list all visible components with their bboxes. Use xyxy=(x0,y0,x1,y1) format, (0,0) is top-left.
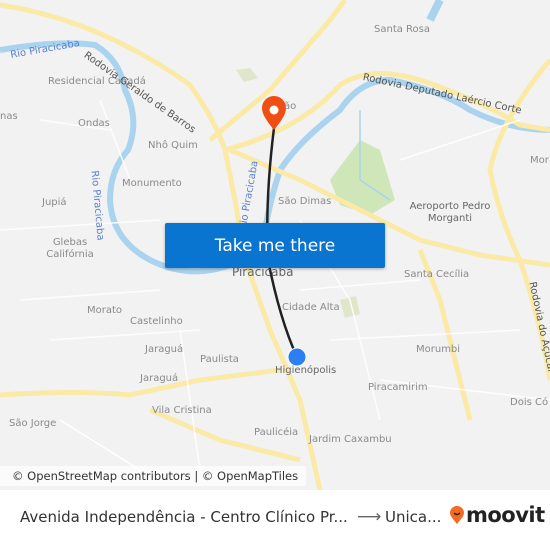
take-me-there-button[interactable]: Take me there xyxy=(165,223,385,268)
map-label: Vila Cristina xyxy=(152,405,212,416)
moovit-wordmark: moovit xyxy=(466,503,545,527)
map-label: Jaraguá xyxy=(140,373,179,384)
map-label: Cidade Alta xyxy=(282,302,340,313)
map-label: Jardim Caxambu xyxy=(309,434,392,445)
map-label: Higienópolis xyxy=(275,365,337,376)
map-label: Mor xyxy=(530,155,549,166)
origin-name: Avenida Independência - Centro Clínico P… xyxy=(20,508,348,526)
moovit-pin-icon xyxy=(450,506,464,524)
map-label: Paulista xyxy=(200,354,239,365)
park xyxy=(236,68,258,82)
map-label: nas xyxy=(0,111,18,122)
park xyxy=(330,140,395,215)
map-label: Jaraguá xyxy=(145,344,184,355)
destination-name: Unica... xyxy=(385,508,442,526)
map-label: Castelinho xyxy=(130,316,183,327)
map-label: ão xyxy=(284,101,297,112)
moovit-logo: moovit xyxy=(450,503,545,527)
map-label: Dois Có xyxy=(510,397,549,408)
map-label: Jupiá xyxy=(42,197,67,208)
origin-marker-icon[interactable] xyxy=(287,347,307,367)
map-label: São Dimas xyxy=(278,196,332,207)
arrow-right-icon: ⟶ xyxy=(357,507,382,527)
map-label: São Jorge xyxy=(9,418,57,429)
map[interactable]: Santa Rosa Residencial Canadá Ondas Nhô … xyxy=(0,0,550,490)
map-label: Ondas xyxy=(78,118,110,129)
map-label: Morato xyxy=(87,305,123,316)
map-label: Piracamirim xyxy=(368,382,428,393)
map-label: Nhô Quim xyxy=(148,140,198,151)
map-label: Morumbi xyxy=(416,344,461,355)
map-label: Santa Rosa xyxy=(374,24,430,35)
map-label: Glebas Califórnia xyxy=(46,237,94,260)
map-label: Aeroporto Pedro Morganti xyxy=(409,201,491,224)
map-label: Monumento xyxy=(122,178,182,189)
map-label-city: Piracicaba xyxy=(232,265,294,279)
destination-pin-icon[interactable] xyxy=(262,96,286,130)
map-label: Paulicéia xyxy=(254,427,299,438)
map-attribution[interactable]: © OpenStreetMap contributors | © OpenMap… xyxy=(0,466,307,486)
map-label: Santa Cecília xyxy=(404,269,470,280)
